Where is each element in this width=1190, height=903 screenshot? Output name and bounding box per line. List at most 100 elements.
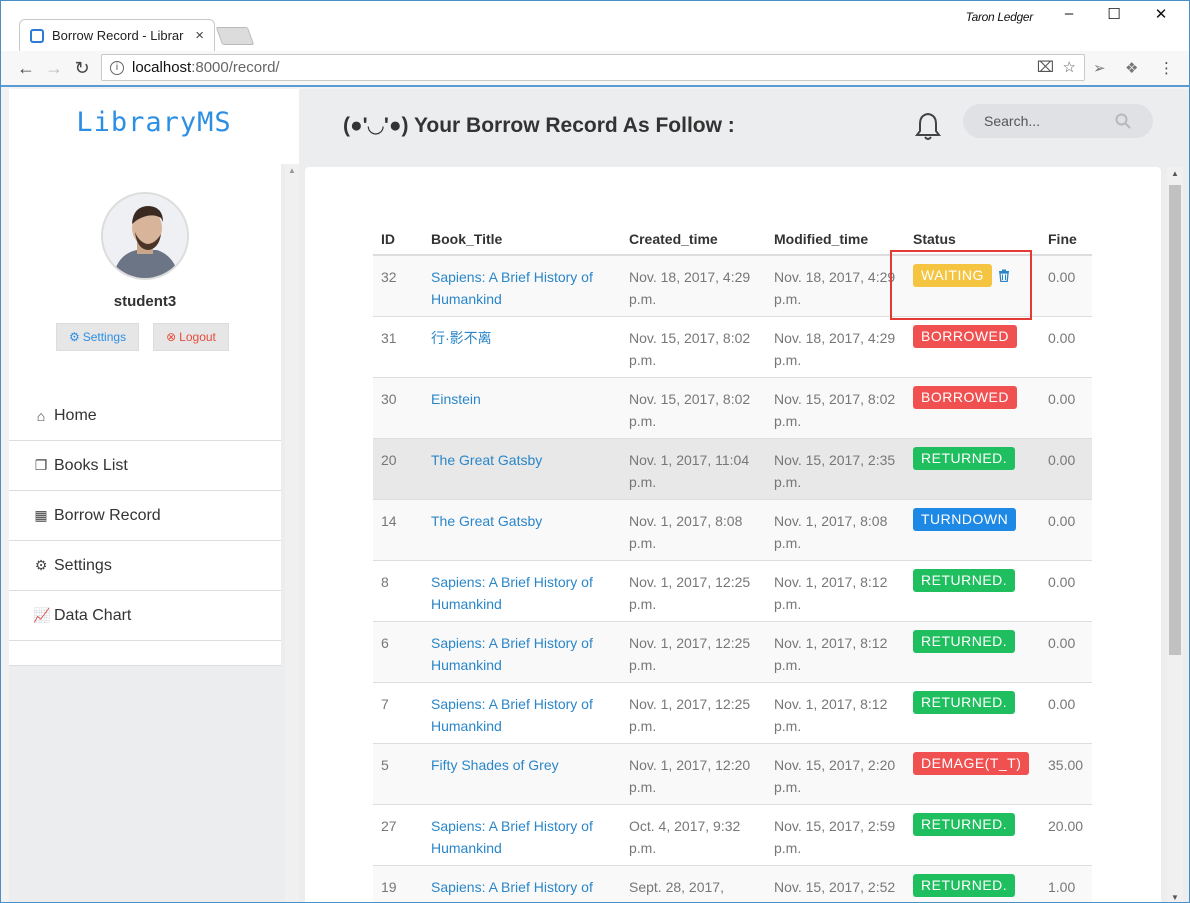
column-header[interactable]: Status <box>905 217 1040 256</box>
site-info-icon[interactable]: i <box>110 60 124 75</box>
tab-close-icon[interactable]: × <box>195 27 204 44</box>
book-title-link[interactable]: Sapiens: A Brief History of Humankind <box>431 696 593 734</box>
main-scrollbar[interactable]: ▲ ▼ <box>1167 167 1183 902</box>
minimize-button[interactable]: – <box>1049 5 1089 27</box>
cell-modified-time: Nov. 1, 2017, 8:12 p.m. <box>766 621 905 683</box>
cell-fine: 20.00 <box>1040 804 1092 866</box>
cell-book-title: Sapiens: A Brief History of Humankind <box>423 804 621 866</box>
reload-icon[interactable]: ↻ <box>71 57 93 79</box>
book-title-link[interactable]: The Great Gatsby <box>431 513 542 529</box>
table-row: 19 Sapiens: A Brief History of Sept. 28, 2… <box>373 865 1092 902</box>
back-arrow-icon[interactable]: ← <box>15 57 37 79</box>
table-header-row: ID Book_Title Created_time Modified_time… <box>373 217 1092 256</box>
browser-tab[interactable]: Borrow Record - Librar × <box>19 19 215 51</box>
cell-id: 6 <box>373 621 423 683</box>
book-title-link[interactable]: Einstein <box>431 391 481 407</box>
cell-book-title: 行·影不离 <box>423 316 621 378</box>
status-badge: RETURNED. <box>913 812 1016 836</box>
cell-id: 27 <box>373 804 423 866</box>
gear-icon: ⚙ <box>68 330 80 344</box>
sidebar-item-borrow-record[interactable]: ▦ Borrow Record <box>9 491 281 541</box>
bell-icon[interactable] <box>915 111 941 141</box>
cell-book-title: Sapiens: A Brief History of Humankind <box>423 255 621 317</box>
status-badge: RETURNED. <box>913 690 1016 714</box>
browser-window: Borrow Record - Librar × Taron Ledger – … <box>0 0 1190 903</box>
book-title-link[interactable]: The Great Gatsby <box>431 452 542 468</box>
url-path: :8000/record/ <box>191 59 280 76</box>
forward-arrow-icon[interactable]: → <box>43 57 65 79</box>
book-title-link[interactable]: Sapiens: A Brief History of Humankind <box>431 635 593 673</box>
browser-menu-icon[interactable]: ⋮ <box>1159 59 1174 77</box>
column-header[interactable]: Created_time <box>621 217 766 256</box>
column-header[interactable]: ID <box>373 217 423 256</box>
address-bar[interactable]: i localhost:8000/record/ ⌧ ☆ <box>101 54 1085 81</box>
book-title-link[interactable]: Sapiens: A Brief History of Humankind <box>431 818 593 856</box>
brand-logo[interactable]: LibraryMS <box>9 107 299 138</box>
bookmark-star-icon[interactable]: ☆ <box>1063 59 1076 76</box>
sidebar-item-home[interactable]: ⌂ Home <box>9 391 281 441</box>
cell-created-time: Nov. 15, 2017, 8:02 p.m. <box>621 377 766 439</box>
borrow-record-table: ID Book_Title Created_time Modified_time… <box>373 217 1092 902</box>
cell-book-title: Sapiens: A Brief History of Humankind <box>423 682 621 744</box>
sidebar-item-books-list[interactable]: ❐ Books List <box>9 441 281 491</box>
logout-circle-icon: ⊗ <box>166 330 177 344</box>
sidebar-scrollbar[interactable]: ▲ <box>285 164 299 902</box>
scroll-down-arrow-icon[interactable]: ▼ <box>1171 893 1179 902</box>
column-header[interactable]: Fine <box>1040 217 1092 256</box>
maximize-button[interactable]: ☐ <box>1094 5 1134 27</box>
cell-id: 32 <box>373 255 423 317</box>
cell-fine: 35.00 <box>1040 743 1092 805</box>
cell-book-title: Sapiens: A Brief History of <box>423 865 621 902</box>
scrollbar-thumb[interactable] <box>1169 185 1181 655</box>
cell-id: 31 <box>373 316 423 378</box>
book-title-link[interactable]: Fifty Shades of Grey <box>431 757 559 773</box>
book-title-link[interactable]: Sapiens: A Brief History of Humankind <box>431 574 593 612</box>
cell-created-time: Sept. 28, 2017, <box>621 865 766 902</box>
cell-modified-time: Nov. 15, 2017, 8:02 p.m. <box>766 377 905 439</box>
scroll-up-arrow-icon[interactable]: ▲ <box>288 166 296 175</box>
status-badge: RETURNED. <box>913 629 1016 653</box>
logout-button[interactable]: ⊗ Logout <box>153 323 229 351</box>
trash-icon[interactable] <box>998 269 1010 282</box>
search-input[interactable]: Search... <box>963 104 1153 138</box>
status-badge: DEMAGE(T_T) <box>913 751 1030 775</box>
status-badge: RETURNED. <box>913 873 1016 897</box>
book-title-link[interactable]: Sapiens: A Brief History of Humankind <box>431 269 593 307</box>
cell-fine: 0.00 <box>1040 499 1092 561</box>
scroll-up-arrow-icon[interactable]: ▲ <box>1171 169 1179 178</box>
close-window-button[interactable]: ✕ <box>1141 5 1181 27</box>
cell-created-time: Nov. 1, 2017, 11:04 p.m. <box>621 438 766 500</box>
column-header[interactable]: Modified_time <box>766 217 905 256</box>
extension-cursor-icon[interactable]: ➢ <box>1093 59 1106 77</box>
extension-dropbox-icon[interactable]: ❖ <box>1125 59 1138 77</box>
cell-id: 7 <box>373 682 423 744</box>
translate-icon[interactable]: ⌧ <box>1037 59 1054 76</box>
web-page: LibraryMS student3 ⚙ Settings ⊗ Logout ⌂… <box>9 89 1189 902</box>
cell-fine: 0.00 <box>1040 377 1092 439</box>
browser-profile-name[interactable]: Taron Ledger <box>966 10 1034 24</box>
cell-fine: 0.00 <box>1040 316 1092 378</box>
table-row: 7 Sapiens: A Brief History of Humankind No… <box>373 682 1092 744</box>
cell-created-time: Nov. 1, 2017, 8:08 p.m. <box>621 499 766 561</box>
column-header[interactable]: Book_Title <box>423 217 621 256</box>
sidebar-item-data-chart[interactable]: 📈 Data Chart <box>9 591 281 641</box>
settings-button[interactable]: ⚙ Settings <box>56 323 139 351</box>
book-title-link[interactable]: 行·影不离 <box>431 330 492 346</box>
cell-id: 14 <box>373 499 423 561</box>
cell-created-time: Nov. 1, 2017, 12:25 p.m. <box>621 560 766 622</box>
search-icon[interactable] <box>1115 113 1131 129</box>
line-chart-icon: 📈 <box>33 607 51 623</box>
status-badge: TURNDOWN <box>913 507 1017 531</box>
sidebar-item-settings[interactable]: ⚙ Settings <box>9 541 281 591</box>
new-tab-button[interactable] <box>215 27 255 45</box>
cell-id: 20 <box>373 438 423 500</box>
browser-toolbar: ← → ↻ i localhost:8000/record/ ⌧ ☆ ➢ ❖ ⋮ <box>1 51 1189 87</box>
cell-status: RETURNED. <box>905 438 1040 500</box>
gear-icon: ⚙ <box>34 557 48 573</box>
cell-modified-time: Nov. 15, 2017, 2:35 p.m. <box>766 438 905 500</box>
status-badge: RETURNED. <box>913 446 1016 470</box>
cell-status: RETURNED. <box>905 865 1040 902</box>
book-title-link[interactable]: Sapiens: A Brief History of <box>431 879 593 895</box>
table-icon: ▦ <box>34 507 48 523</box>
cell-book-title: Sapiens: A Brief History of Humankind <box>423 560 621 622</box>
